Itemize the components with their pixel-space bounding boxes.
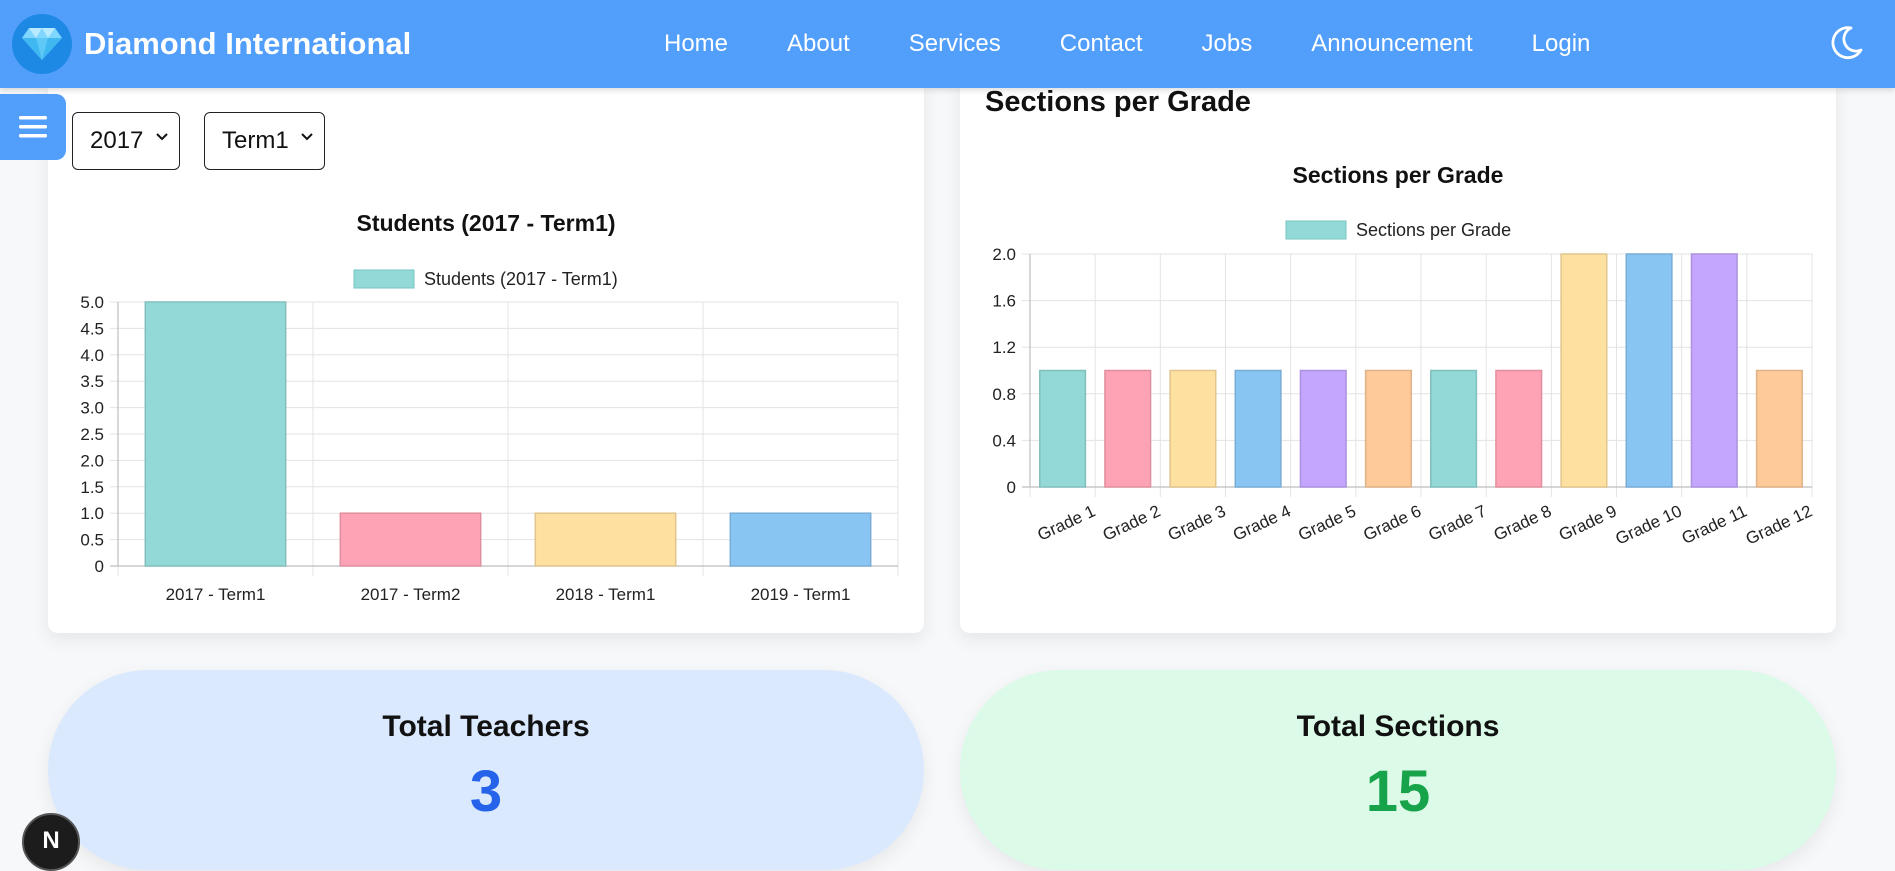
total-teachers-card: Total Teachers 3 (48, 670, 924, 870)
bar[interactable] (1039, 369, 1087, 488)
x-tick-label: 2017 - Term2 (361, 585, 461, 604)
bar[interactable] (339, 512, 482, 567)
y-tick-label: 1.2 (992, 338, 1016, 357)
x-tick-label: Grade 10 (1612, 501, 1684, 548)
nav-announcement[interactable]: Announcement (1311, 30, 1472, 58)
x-tick-label: 2017 - Term1 (166, 585, 266, 604)
x-tick-label: Grade 9 (1556, 501, 1620, 544)
x-tick-label: 2018 - Term1 (556, 585, 656, 604)
sections-heading: Sections per Grade (985, 86, 1251, 118)
total-teachers-label: Total Teachers (382, 710, 590, 743)
y-tick-label: 1.6 (992, 292, 1016, 311)
y-tick-label: 0 (1007, 478, 1016, 497)
diamond-icon (12, 14, 72, 74)
y-tick-label: 1.5 (80, 478, 104, 497)
bar[interactable] (1104, 369, 1152, 488)
chart-title: Students (2017 - Term1) (356, 210, 615, 236)
y-tick-label: 2.0 (992, 245, 1016, 264)
y-tick-label: 0.4 (992, 431, 1016, 450)
brand[interactable]: Diamond International (12, 12, 411, 76)
bar[interactable] (144, 301, 287, 567)
chart-title: Sections per Grade (1293, 162, 1504, 188)
bar[interactable] (729, 512, 872, 567)
y-tick-label: 1.0 (80, 504, 104, 523)
y-tick-label: 2.5 (80, 425, 104, 444)
badge-letter: N (42, 827, 60, 854)
chevron-down-icon (301, 133, 313, 141)
year-select[interactable]: 2017 (72, 112, 180, 170)
students-bar-chart: Students (2017 - Term1) Students (2017 -… (80, 210, 899, 604)
nav-login[interactable]: Login (1532, 30, 1591, 58)
bar[interactable] (1364, 369, 1412, 488)
legend-label: Students (2017 - Term1) (424, 269, 618, 289)
y-tick-label: 4.0 (80, 346, 104, 365)
bar[interactable] (1430, 369, 1478, 488)
x-tick-label: Grade 8 (1491, 501, 1555, 544)
sidebar-toggle-button[interactable] (0, 94, 66, 160)
legend-swatch (353, 269, 415, 289)
x-tick-label: Grade 11 (1679, 501, 1750, 548)
nav-home[interactable]: Home (664, 30, 728, 58)
sections-bar-chart: Sections per Grade Sections per Grade 2.… (992, 162, 1815, 549)
y-tick-label: 2.0 (80, 451, 104, 470)
y-tick-label: 3.5 (80, 372, 104, 391)
y-tick-label: 5.0 (80, 293, 104, 312)
nav-contact[interactable]: Contact (1060, 30, 1143, 58)
moon-icon[interactable] (1827, 24, 1865, 62)
y-tick-label: 0.8 (992, 385, 1016, 404)
total-teachers-value: 3 (469, 759, 503, 824)
next-dev-badge[interactable]: N (22, 813, 80, 871)
x-tick-label: Grade 1 (1035, 501, 1099, 544)
total-sections-value: 15 (1365, 759, 1431, 824)
legend-label: Sections per Grade (1356, 220, 1511, 240)
x-tick-label: Grade 3 (1165, 501, 1229, 544)
chevron-down-icon (156, 133, 168, 141)
legend-swatch (1285, 220, 1347, 240)
hamburger-menu-icon (19, 116, 47, 138)
term-select[interactable]: Term1 (204, 112, 325, 170)
bar[interactable] (1690, 253, 1738, 488)
x-tick-label: Grade 7 (1426, 501, 1490, 544)
total-sections-card: Total Sections 15 (960, 670, 1836, 870)
nav-jobs[interactable]: Jobs (1202, 30, 1253, 58)
bar[interactable] (1755, 369, 1803, 488)
y-tick-label: 3.0 (80, 399, 104, 418)
x-tick-label: Grade 5 (1295, 501, 1359, 544)
x-tick-label: Grade 6 (1360, 501, 1424, 544)
navbar: Diamond International Home About Service… (0, 0, 1895, 88)
y-tick-label: 4.5 (80, 319, 104, 338)
x-tick-label: Grade 4 (1230, 501, 1294, 544)
term-select-value: Term1 (222, 127, 289, 154)
x-tick-label: Grade 12 (1743, 501, 1815, 548)
y-tick-label: 0.5 (80, 531, 104, 550)
bar[interactable] (1495, 369, 1543, 488)
x-tick-label: 2019 - Term1 (751, 585, 851, 604)
bar[interactable] (1625, 253, 1673, 488)
nav-services[interactable]: Services (909, 30, 1001, 58)
bar[interactable] (1299, 369, 1347, 488)
total-sections-label: Total Sections (1296, 710, 1500, 743)
bar[interactable] (1234, 369, 1282, 488)
brand-name: Diamond International (84, 26, 412, 61)
bar[interactable] (1560, 253, 1608, 488)
bar[interactable] (534, 512, 677, 567)
y-tick-label: 0 (95, 557, 104, 576)
nav-links: Home About Services Contact Jobs Announc… (664, 0, 1590, 88)
year-select-value: 2017 (90, 127, 144, 154)
bar[interactable] (1169, 369, 1217, 488)
nav-about[interactable]: About (787, 30, 850, 58)
x-tick-label: Grade 2 (1100, 501, 1164, 544)
